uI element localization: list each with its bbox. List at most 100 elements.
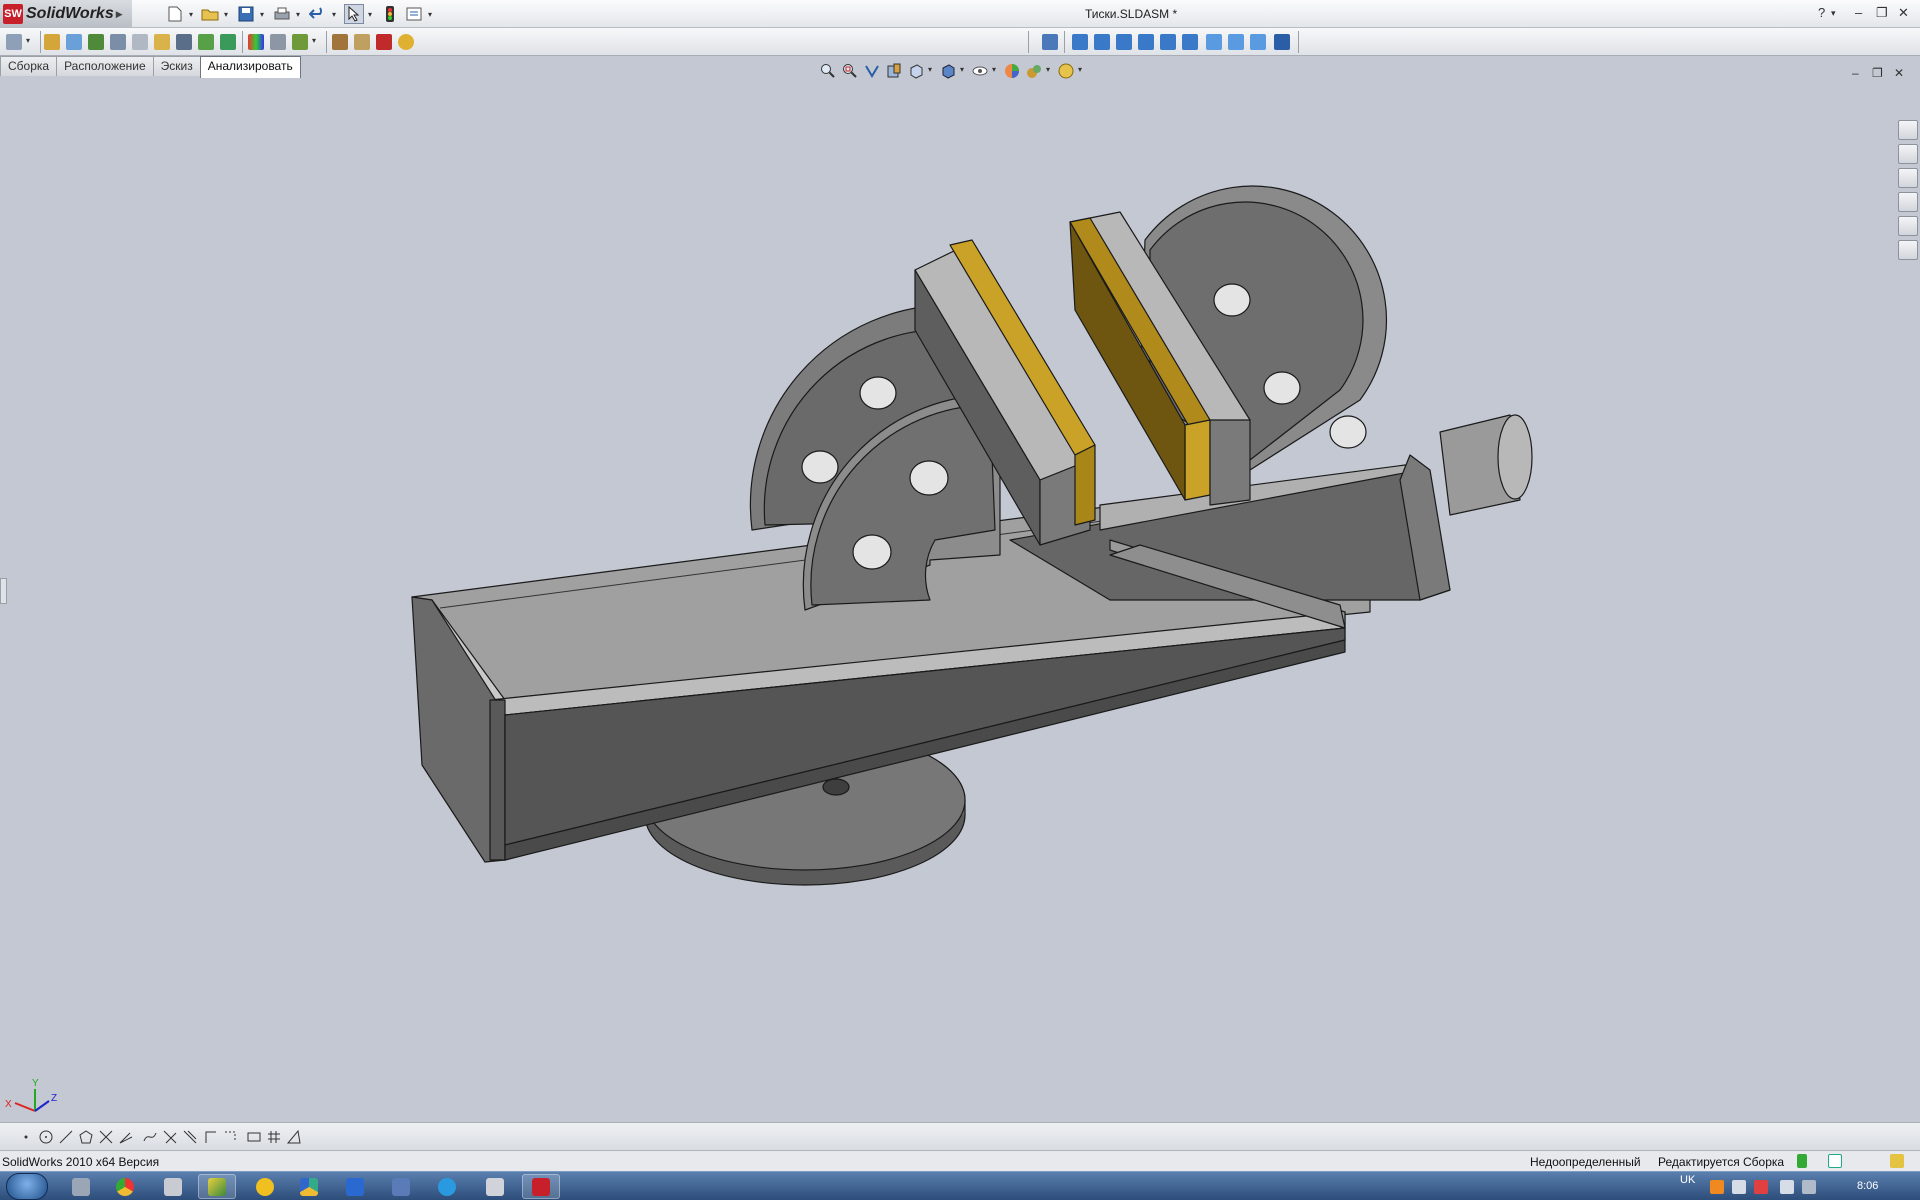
trimetric-view-icon[interactable] — [1228, 34, 1244, 50]
display-style-dropdown-icon[interactable]: ▾ — [960, 65, 964, 74]
undo-dropdown-icon[interactable]: ▾ — [332, 10, 336, 19]
save-icon[interactable] — [236, 4, 256, 24]
trim-icon[interactable] — [98, 1129, 114, 1145]
top-view-icon[interactable] — [1160, 34, 1176, 50]
solidworks-logo[interactable]: SW SolidWorks ▶ — [0, 0, 132, 28]
options-dropdown-icon[interactable]: ▾ — [428, 10, 432, 19]
tab-sketch[interactable]: Эскиз — [152, 56, 201, 76]
save-dropdown-icon[interactable]: ▾ — [260, 10, 264, 19]
sketch-fillet-icon[interactable] — [162, 1129, 178, 1145]
extend-icon[interactable] — [118, 1129, 134, 1145]
command-dropdown-icon[interactable]: ▾ — [312, 36, 316, 45]
view-settings-dropdown-icon[interactable]: ▾ — [1078, 65, 1082, 74]
minimize-button[interactable]: – — [1855, 5, 1862, 20]
help-status-icon[interactable] — [1828, 1154, 1842, 1168]
polygon-icon[interactable] — [78, 1129, 94, 1145]
angle-icon[interactable] — [286, 1129, 302, 1145]
info-taskbar-icon[interactable] — [336, 1174, 374, 1199]
rectangle-icon[interactable] — [246, 1129, 262, 1145]
rebuild-status-icon[interactable] — [1797, 1154, 1807, 1168]
help-dropdown-icon[interactable]: ▾ — [1831, 8, 1836, 19]
large-assembly-mode-icon[interactable] — [398, 34, 414, 50]
offset-icon[interactable] — [182, 1129, 198, 1145]
point-icon[interactable] — [18, 1129, 34, 1145]
mate-icon[interactable] — [66, 34, 82, 50]
spline-icon[interactable] — [142, 1129, 158, 1145]
explorer-taskbar-icon[interactable] — [62, 1174, 100, 1199]
front-view-icon[interactable] — [1072, 34, 1088, 50]
exploded-view-icon[interactable] — [332, 34, 348, 50]
tray-app-icon[interactable] — [1710, 1180, 1724, 1194]
daemon-taskbar-icon[interactable] — [246, 1174, 284, 1199]
action-center-icon[interactable] — [1754, 1180, 1768, 1194]
assembly-features-icon[interactable] — [154, 34, 170, 50]
options-icon[interactable] — [404, 4, 424, 24]
tab-layout[interactable]: Расположение — [56, 56, 154, 76]
save-taskbar-icon[interactable] — [382, 1174, 420, 1199]
chrome-taskbar-icon[interactable] — [106, 1174, 144, 1199]
hide-show-icon[interactable] — [972, 63, 988, 79]
back-view-icon[interactable] — [1094, 34, 1110, 50]
select-pointer-icon[interactable] — [344, 4, 364, 24]
paint-taskbar-icon[interactable] — [476, 1174, 514, 1199]
print-dropdown-icon[interactable]: ▾ — [296, 10, 300, 19]
new-motion-study-icon[interactable] — [198, 34, 214, 50]
left-view-icon[interactable] — [1116, 34, 1132, 50]
sound-device-icon[interactable] — [1802, 1180, 1816, 1194]
new-document-icon[interactable] — [165, 4, 185, 24]
menu-expand-icon[interactable]: ▶ — [116, 9, 123, 20]
select-dropdown-icon[interactable]: ▾ — [368, 10, 372, 19]
apply-scene-icon[interactable] — [1026, 63, 1042, 79]
hide-show-dropdown-icon[interactable]: ▾ — [992, 65, 996, 74]
view-settings-icon[interactable] — [1058, 63, 1074, 79]
component-pattern-icon[interactable] — [88, 34, 104, 50]
command-dropdown-icon[interactable]: ▾ — [26, 36, 30, 45]
right-view-icon[interactable] — [1138, 34, 1154, 50]
edit-appearance-icon[interactable] — [1004, 63, 1020, 79]
mirror-icon[interactable] — [222, 1129, 238, 1145]
tab-evaluate[interactable]: Анализировать — [199, 56, 301, 78]
line-icon[interactable] — [58, 1129, 74, 1145]
bottom-view-icon[interactable] — [1182, 34, 1198, 50]
undo-icon[interactable] — [308, 4, 328, 24]
bill-of-materials-icon[interactable] — [220, 34, 236, 50]
hole-alignment-icon[interactable] — [292, 34, 308, 50]
volume-icon[interactable] — [1780, 1180, 1794, 1194]
link-views-icon[interactable] — [1274, 34, 1290, 50]
previous-view-icon[interactable] — [864, 63, 880, 79]
close-button[interactable]: ✕ — [1898, 5, 1909, 21]
apply-scene-dropdown-icon[interactable]: ▾ — [1046, 65, 1050, 74]
new-dropdown-icon[interactable]: ▾ — [189, 10, 193, 19]
language-indicator[interactable]: UK — [1680, 1174, 1695, 1186]
media-taskbar-icon[interactable] — [198, 1174, 236, 1199]
view-orientation-icon[interactable] — [908, 63, 924, 79]
archive-taskbar-icon[interactable] — [154, 1174, 192, 1199]
explode-line-sketch-icon[interactable] — [354, 34, 370, 50]
telegram-taskbar-icon[interactable] — [428, 1174, 466, 1199]
grid-icon[interactable] — [266, 1129, 282, 1145]
network-icon[interactable] — [1732, 1180, 1746, 1194]
start-button[interactable] — [6, 1173, 48, 1200]
tag-status-icon[interactable] — [1890, 1154, 1904, 1168]
isometric-view-icon[interactable] — [1206, 34, 1222, 50]
print-icon[interactable] — [272, 4, 292, 24]
show-hidden-icon[interactable] — [132, 34, 148, 50]
smart-mate-icon[interactable] — [6, 34, 22, 50]
view-orientation-dropdown-icon[interactable]: ▾ — [928, 65, 932, 74]
convert-entities-icon[interactable] — [202, 1129, 218, 1145]
zoom-area-icon[interactable] — [842, 63, 858, 79]
instant-3d-icon[interactable] — [376, 34, 392, 50]
dimetric-view-icon[interactable] — [1250, 34, 1266, 50]
view-normal-to-icon[interactable] — [1042, 34, 1058, 50]
move-component-icon[interactable] — [110, 34, 126, 50]
circle-icon[interactable] — [38, 1129, 54, 1145]
open-dropdown-icon[interactable]: ▾ — [224, 10, 228, 19]
drive-taskbar-icon[interactable] — [290, 1174, 328, 1199]
tab-assembly[interactable]: Сборка — [0, 56, 58, 76]
zoom-to-fit-icon[interactable] — [820, 63, 836, 79]
help-icon[interactable]: ? — [1818, 5, 1825, 20]
solidworks-taskbar-icon[interactable] — [522, 1174, 560, 1199]
reference-geometry-icon[interactable] — [176, 34, 192, 50]
open-folder-icon[interactable] — [200, 4, 220, 24]
section-view-icon[interactable] — [886, 63, 902, 79]
